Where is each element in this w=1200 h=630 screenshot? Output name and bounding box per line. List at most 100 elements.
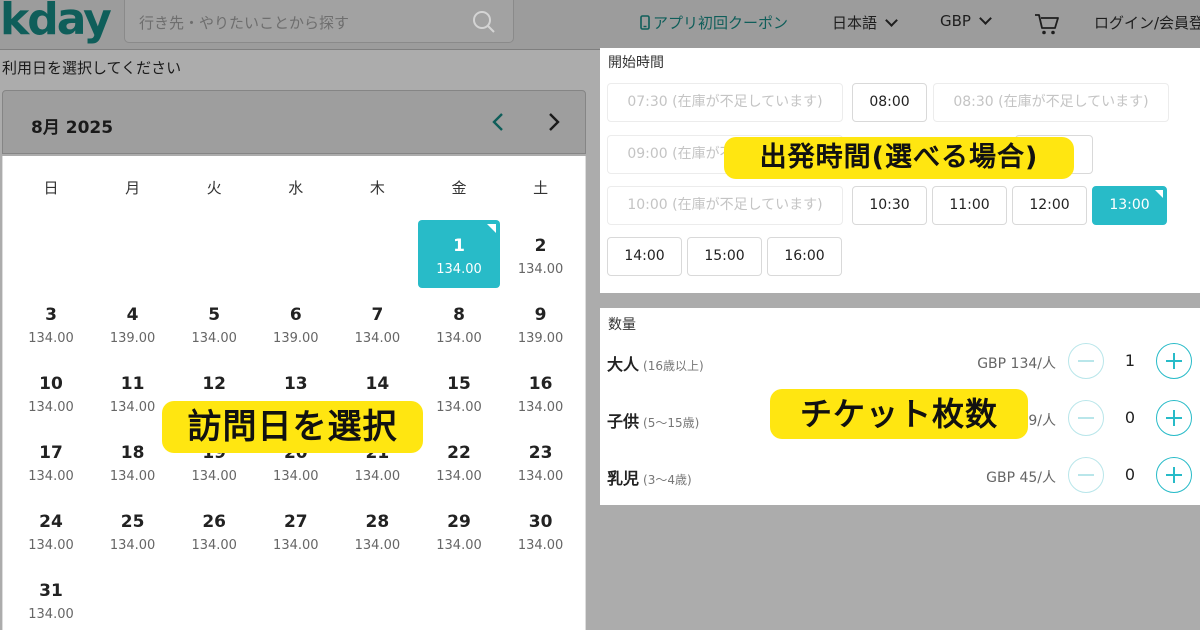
ticket-type-name: 大人 — [607, 355, 640, 374]
calendar-day[interactable]: 30 134.00 — [500, 496, 582, 564]
calendar-day[interactable]: 29 134.00 — [418, 496, 500, 564]
day-number: 25 — [120, 512, 145, 532]
search-input[interactable]: 行き先・やりたいことから探す — [139, 12, 349, 33]
ticket-count: 1 — [1124, 351, 1136, 370]
chevron-left-icon[interactable] — [485, 108, 513, 136]
day-number: 7 — [371, 305, 384, 325]
chevron-down-icon — [885, 14, 898, 27]
calendar-day[interactable]: 15 134.00 — [418, 358, 500, 426]
time-slot[interactable]: 12:00 — [1012, 186, 1087, 225]
day-number: 15 — [447, 374, 471, 394]
day-number: 8 — [453, 305, 465, 325]
annotation-select-date: 訪問日を選択 — [162, 401, 423, 453]
day-number: 22 — [447, 443, 471, 463]
currency-selector[interactable]: GBP — [940, 12, 992, 30]
ticket-type-label: 乳児 (3〜4歳) — [607, 465, 692, 489]
calendar-day[interactable]: 27 134.00 — [255, 496, 337, 564]
time-slot[interactable]: 16:00 — [767, 237, 842, 276]
time-slot-label: 12:00 — [1029, 197, 1070, 213]
time-slot[interactable]: 08:00 — [852, 83, 927, 122]
time-slot-label: 14:00 — [624, 248, 665, 264]
calendar-day[interactable]: 26 134.00 — [173, 496, 255, 564]
day-price: 134.00 — [517, 262, 564, 277]
calendar-day[interactable]: 16 134.00 — [500, 358, 582, 426]
search-box[interactable]: 行き先・やりたいことから探す — [124, 0, 514, 43]
phone-icon — [640, 15, 650, 30]
chevron-right-icon[interactable] — [539, 108, 567, 136]
day-number: 14 — [365, 374, 390, 394]
cart-icon[interactable] — [1034, 12, 1060, 36]
time-slot[interactable]: 13:00 — [1092, 186, 1167, 225]
weekday-label: 水 — [288, 179, 304, 197]
time-slot-label: 10:30 — [869, 197, 910, 213]
calendar-day[interactable]: 23 134.00 — [500, 427, 582, 495]
search-icon[interactable] — [471, 9, 497, 35]
day-number: 5 — [208, 305, 221, 325]
chevron-down-icon — [979, 12, 992, 25]
day-number: 23 — [528, 443, 553, 463]
increment-button[interactable] — [1156, 400, 1192, 436]
decrement-button[interactable] — [1068, 457, 1104, 493]
weekday-label: 日 — [43, 179, 59, 197]
calendar-day[interactable]: 6 139.00 — [255, 289, 337, 357]
day-number: 13 — [283, 374, 308, 394]
calendar-day[interactable]: 8 134.00 — [418, 289, 500, 357]
calendar-day[interactable]: 5 134.00 — [173, 289, 255, 357]
time-slot-label: 11:00 — [949, 197, 990, 213]
day-price: 134.00 — [191, 469, 237, 484]
decrement-button[interactable] — [1068, 400, 1104, 436]
calendar-day[interactable]: 4 139.00 — [92, 289, 174, 357]
ticket-age-range: (3〜4歳) — [643, 473, 692, 487]
time-slot: 10:00 (在庫が不足しています) — [607, 186, 843, 225]
time-slot[interactable]: 10:30 — [852, 186, 927, 225]
calendar-day[interactable]: 24 134.00 — [10, 496, 92, 564]
language-selector[interactable]: 日本語 — [832, 12, 898, 33]
day-price: 134.00 — [354, 469, 401, 484]
time-slot-label: 16:00 — [784, 248, 825, 264]
calendar-day[interactable]: 3 134.00 — [10, 289, 92, 357]
day-price: 134.00 — [436, 469, 482, 484]
time-slot[interactable]: 11:00 — [932, 186, 1007, 225]
calendar-header: 8月 2025 — [2, 90, 586, 154]
calendar-day[interactable]: 28 134.00 — [336, 496, 418, 564]
increment-button[interactable] — [1156, 343, 1192, 379]
decrement-button[interactable] — [1068, 343, 1104, 379]
calendar-day[interactable]: 31 134.00 — [10, 565, 92, 630]
selected-corner-marker — [487, 224, 496, 233]
annotation-departure-time: 出発時間(選べる場合) — [724, 137, 1074, 179]
increment-button[interactable] — [1156, 457, 1192, 493]
time-slot-label: 15:00 — [704, 248, 745, 264]
day-price: 134.00 — [517, 400, 564, 415]
day-price: 134.00 — [436, 538, 482, 553]
time-slot-label: 10:00 (在庫が不足しています) — [627, 197, 823, 213]
weekday-label: 土 — [533, 179, 549, 197]
login-link[interactable]: ログイン/会員登 — [1094, 12, 1200, 33]
app-coupon-link[interactable]: アプリ初回クーポン — [640, 12, 788, 33]
day-number: 3 — [45, 305, 57, 325]
time-slot-label: 08:30 (在庫が不足しています) — [953, 94, 1149, 110]
calendar-day[interactable]: 10 134.00 — [10, 358, 92, 426]
day-number: 2 — [534, 236, 547, 256]
calendar-day[interactable]: 25 134.00 — [92, 496, 174, 564]
quantity-row: 大人 (16歳以上) GBP 134/人 1 — [600, 337, 1200, 387]
time-slot-label: 13:00 — [1109, 197, 1150, 213]
time-slot-label: 07:30 (在庫が不足しています) — [627, 94, 823, 110]
time-slot[interactable]: 15:00 — [687, 237, 762, 276]
calendar-day[interactable]: 2 134.00 — [500, 220, 582, 288]
time-slot[interactable]: 14:00 — [607, 237, 682, 276]
calendar-day[interactable]: 9 139.00 — [500, 289, 582, 357]
day-number: 17 — [39, 443, 63, 463]
calendar-day[interactable]: 17 134.00 — [10, 427, 92, 495]
calendar-day[interactable]: 1 134.00 — [418, 220, 500, 288]
ticket-type-name: 乳児 — [607, 469, 640, 488]
site-logo[interactable]: kday — [0, 0, 112, 45]
ticket-unit-price: GBP 45/人 — [986, 470, 1056, 486]
ticket-age-range: (5〜15歳) — [643, 416, 700, 430]
day-number: 12 — [202, 374, 227, 394]
calendar-day[interactable]: 22 134.00 — [418, 427, 500, 495]
day-price: 134.00 — [273, 469, 319, 484]
calendar-day[interactable]: 7 134.00 — [336, 289, 418, 357]
day-price: 134.00 — [517, 538, 564, 553]
language-label: 日本語 — [832, 14, 878, 32]
day-price: 134.00 — [28, 400, 74, 415]
